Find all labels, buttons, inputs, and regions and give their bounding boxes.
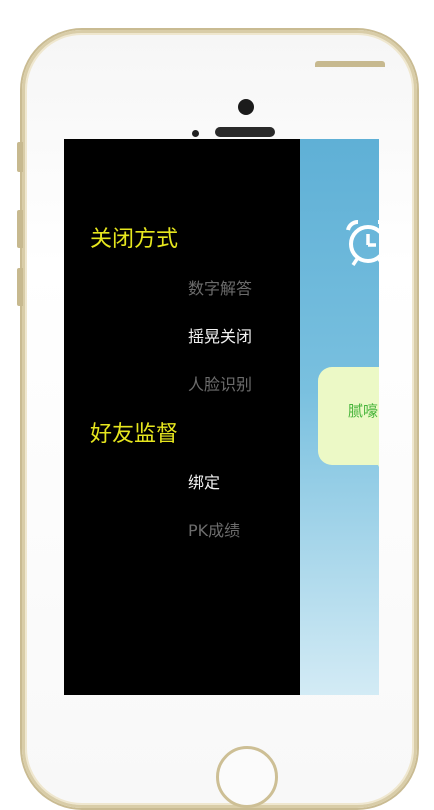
front-camera — [238, 99, 254, 115]
alarm-clock-icon[interactable] — [344, 218, 379, 268]
section-header-close-method: 关闭方式 — [90, 227, 179, 252]
app-screen: 腻嚎 关闭方式 数字解答 摇晃关闭 人脸识别 好友监督 绑定 PK成绩 — [64, 139, 379, 695]
menu-item-shake-close[interactable]: 摇晃关闭 — [188, 323, 252, 347]
speech-bubble: 腻嚎 — [318, 367, 379, 473]
volume-up-button — [17, 210, 23, 248]
menu-item-bind[interactable]: 绑定 — [188, 469, 220, 493]
menu-item-pk-score[interactable]: PK成绩 — [188, 517, 240, 541]
section-header-friend-supervision: 好友监督 — [90, 422, 179, 447]
earpiece-speaker — [215, 127, 275, 137]
proximity-sensor — [192, 130, 199, 137]
menu-item-number-answer[interactable]: 数字解答 — [188, 275, 252, 299]
power-button — [315, 61, 385, 67]
bubble-text: 腻嚎 — [348, 402, 379, 420]
menu-item-face-recognition[interactable]: 人脸识别 — [188, 371, 252, 395]
mute-switch — [17, 142, 23, 172]
bubble-tail — [376, 461, 379, 473]
volume-down-button — [17, 268, 23, 306]
home-button[interactable] — [216, 746, 278, 808]
main-content-panel[interactable]: 腻嚎 — [300, 139, 379, 695]
